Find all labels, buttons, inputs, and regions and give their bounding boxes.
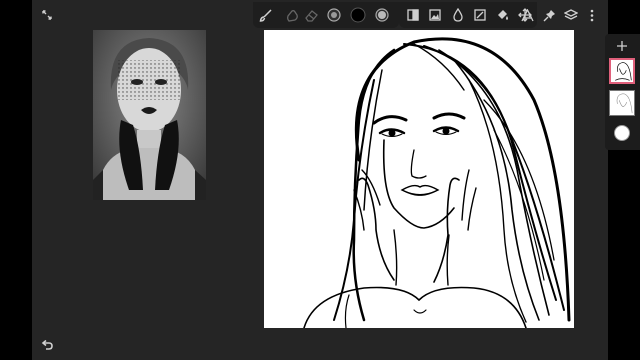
- symmetry-icon[interactable]: [407, 9, 419, 21]
- reference-photo[interactable]: [93, 30, 206, 200]
- edit-toolbar: [399, 2, 537, 28]
- eraser-icon[interactable]: [305, 9, 318, 22]
- brush-toolbar: [253, 2, 399, 28]
- brush-opacity-icon[interactable]: [375, 8, 389, 22]
- layers-icon[interactable]: [564, 9, 578, 22]
- layer-thumb-reference[interactable]: [609, 90, 635, 116]
- color-swatch-icon[interactable]: [350, 7, 366, 23]
- pin-icon[interactable]: [543, 9, 556, 22]
- app-workspace: [32, 0, 640, 360]
- layer-thumb-sketch[interactable]: [609, 58, 635, 84]
- fill-icon[interactable]: [496, 8, 509, 21]
- ink-drop-icon[interactable]: [452, 8, 464, 22]
- undo-icon[interactable]: [41, 340, 53, 351]
- layers-panel: [605, 34, 640, 150]
- brush-icon[interactable]: [259, 9, 272, 22]
- brush-size-icon[interactable]: [327, 8, 341, 22]
- plus-icon[interactable]: [617, 41, 627, 51]
- ruler-icon[interactable]: [521, 9, 534, 22]
- drawing-canvas[interactable]: [264, 30, 574, 328]
- collapse-icon[interactable]: [41, 9, 53, 21]
- more-icon[interactable]: [589, 9, 595, 22]
- transform-icon[interactable]: [474, 9, 486, 21]
- background-color-swatch[interactable]: [614, 125, 630, 141]
- smudge-icon[interactable]: [286, 9, 299, 22]
- image-icon[interactable]: [429, 9, 441, 21]
